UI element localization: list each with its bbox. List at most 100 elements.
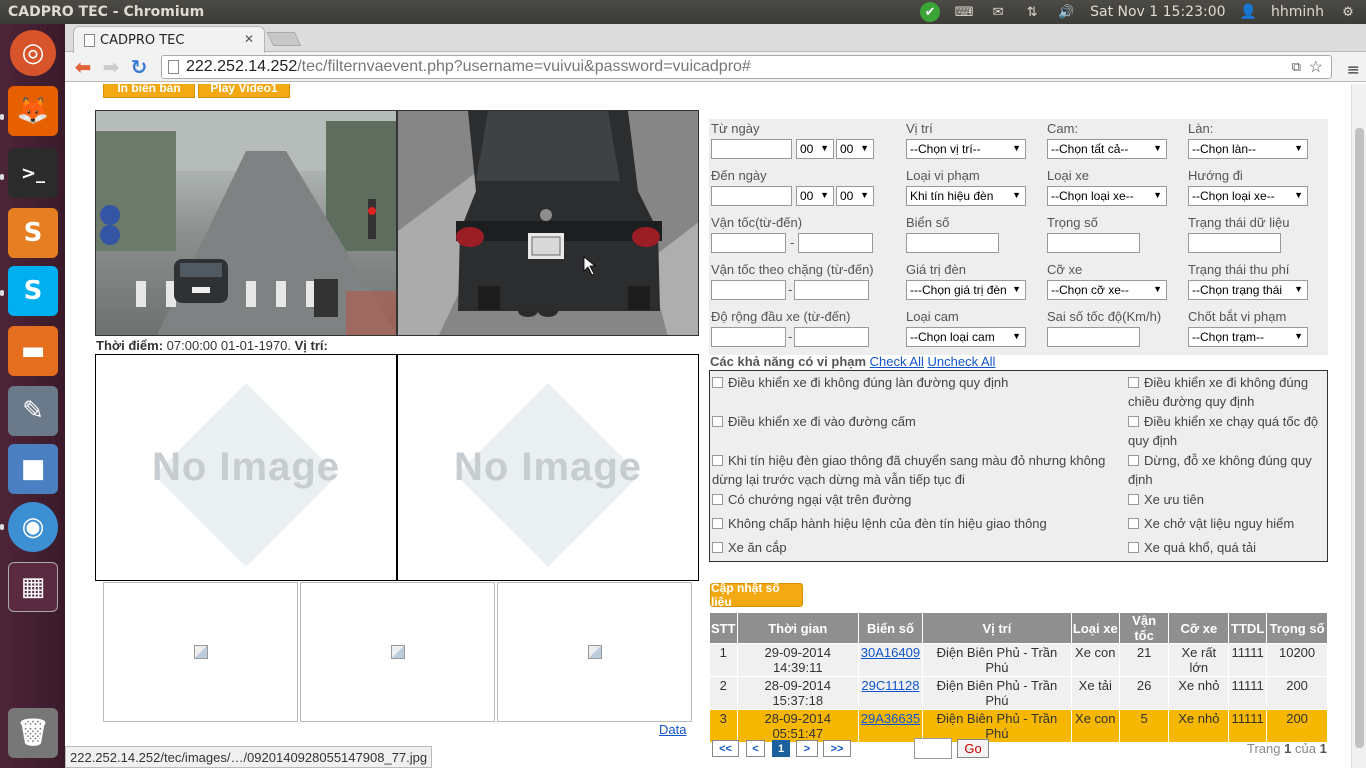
head-width-from-input[interactable] — [711, 327, 786, 347]
to-minute-select[interactable]: 00 — [836, 186, 874, 206]
play-video-button[interactable]: Play Video1 — [198, 84, 290, 98]
violation-item[interactable]: Xe chở vật liệu nguy hiểm — [1128, 514, 1328, 533]
checkbox[interactable] — [712, 455, 723, 466]
data-link[interactable]: Data — [659, 722, 686, 737]
print-report-button[interactable]: In biên bản — [103, 84, 195, 98]
violation-item[interactable]: Xe quá khổ, quá tải — [1128, 538, 1328, 557]
violation-item[interactable]: Điều khiển xe đi không đúng làn đường qu… — [712, 373, 1122, 392]
violation-type-select[interactable]: Khi tín hiệu đèn — [906, 186, 1026, 206]
checkbox[interactable] — [712, 542, 723, 553]
plate-input[interactable] — [906, 233, 999, 253]
violation-item[interactable]: Có chướng ngại vật trên đường — [712, 490, 1122, 509]
cam-type-select[interactable]: --Chọn loại cam — [906, 327, 1026, 347]
weight-input[interactable] — [1047, 233, 1140, 253]
checkbox[interactable] — [712, 377, 723, 388]
violation-item[interactable]: Không chấp hành hiệu lệnh của đèn tín hi… — [712, 514, 1122, 533]
forward-arrow-icon[interactable]: ➡ — [97, 54, 125, 80]
checkbox[interactable] — [712, 518, 723, 529]
table-row-selected[interactable]: 3 28-09-2014 05:51:47 29A36635 Điện Biên… — [709, 709, 1328, 743]
speed-error-input[interactable] — [1047, 327, 1140, 347]
cam-select[interactable]: --Chọn tất cả-- — [1047, 139, 1167, 159]
mail-icon[interactable]: ✉ — [988, 4, 1008, 20]
update-data-button[interactable]: Cập nhật số liệu — [710, 581, 803, 609]
translate-icon[interactable]: ⧉ — [1292, 59, 1301, 75]
closeup-photo[interactable] — [397, 110, 699, 336]
sync-check-icon[interactable]: ✔ — [920, 2, 941, 22]
size-select[interactable]: --Chọn cỡ xe-- — [1047, 280, 1167, 300]
violation-item[interactable]: Khi tín hiệu đèn giao thông đã chuyển sa… — [712, 451, 1122, 489]
checkbox[interactable] — [1128, 377, 1139, 388]
keyboard-icon[interactable]: ⌨ — [954, 4, 974, 20]
checkpoint-select[interactable]: --Chọn trạm-- — [1188, 327, 1308, 347]
virtualbox-cube-icon[interactable]: ■ — [8, 444, 58, 494]
to-hour-select[interactable]: 00 — [796, 186, 834, 206]
violation-item[interactable]: Điều khiển xe chạy quá tốc độ quy định — [1128, 412, 1328, 450]
checkbox[interactable] — [1128, 416, 1139, 427]
files-folder-icon[interactable]: ▬ — [8, 326, 58, 376]
volume-icon[interactable]: 🔊 — [1056, 4, 1076, 20]
chrome-menu-icon[interactable]: ≡ — [1347, 60, 1360, 79]
plate-link[interactable]: 29A36635 — [861, 711, 920, 726]
toll-status-select[interactable]: --Chọn trạng thái — [1188, 280, 1308, 300]
checkbox[interactable] — [1128, 542, 1139, 553]
thumbnail-2[interactable] — [300, 582, 495, 722]
from-hour-select[interactable]: 00 — [796, 139, 834, 159]
scrollbar-thumb[interactable] — [1355, 128, 1364, 748]
overview-photo[interactable] — [95, 110, 397, 336]
current-page-button[interactable]: 1 — [772, 740, 790, 757]
skype-icon[interactable]: S — [8, 266, 58, 316]
violation-item[interactable]: Điều khiển xe đi không đúng chiều đường … — [1128, 373, 1328, 411]
from-minute-select[interactable]: 00 — [836, 139, 874, 159]
uncheck-all-link[interactable]: Uncheck All — [928, 354, 996, 369]
violation-item[interactable]: Xe ưu tiên — [1128, 490, 1328, 509]
tab-cadpro[interactable]: CADPRO TEC ✕ — [73, 26, 265, 53]
violation-item[interactable]: Dừng, đỗ xe không đúng quy định — [1128, 451, 1328, 489]
sublime-text-icon[interactable]: S — [8, 208, 58, 258]
text-editor-icon[interactable]: ✎ — [8, 386, 58, 436]
workspace-switcher-icon[interactable]: ▦ — [8, 562, 58, 612]
from-date-input[interactable] — [711, 139, 792, 159]
first-page-button[interactable]: << — [712, 740, 739, 757]
section-speed-to-input[interactable] — [794, 280, 869, 300]
violation-item[interactable]: Điều khiển xe đi vào đường cấm — [712, 412, 1122, 431]
new-tab-button[interactable] — [266, 32, 302, 46]
trash-icon[interactable]: 🗑 — [8, 708, 58, 758]
data-status-input[interactable] — [1188, 233, 1281, 253]
head-width-to-input[interactable] — [794, 327, 869, 347]
location-select[interactable]: --Chọn vị trí-- — [906, 139, 1026, 159]
address-bar[interactable]: 222.252.14.252/tec/filternvaevent.php?us… — [161, 55, 1332, 79]
prev-page-button[interactable]: < — [746, 740, 765, 757]
checkbox[interactable] — [712, 416, 723, 427]
user-name[interactable]: hhminh — [1271, 4, 1324, 20]
page-number-input[interactable] — [914, 738, 952, 759]
checkbox[interactable] — [1128, 494, 1139, 505]
speed-from-input[interactable] — [711, 233, 786, 253]
close-tab-icon[interactable]: ✕ — [244, 32, 254, 46]
chromium-icon[interactable]: ◉ — [8, 502, 58, 552]
next-page-button[interactable]: > — [796, 740, 818, 757]
checkbox[interactable] — [1128, 518, 1139, 529]
check-all-link[interactable]: Check All — [870, 354, 924, 369]
clock[interactable]: Sat Nov 1 15:23:00 — [1090, 4, 1225, 20]
light-value-select[interactable]: ---Chọn giá trị đèn — [906, 280, 1026, 300]
go-button[interactable]: Go — [957, 739, 989, 758]
speed-to-input[interactable] — [798, 233, 873, 253]
user-icon[interactable]: 👤 — [1240, 4, 1257, 20]
vehicle-type-select[interactable]: --Chọn loại xe-- — [1047, 186, 1167, 206]
bookmark-star-icon[interactable]: ☆ — [1309, 57, 1323, 77]
to-date-input[interactable] — [711, 186, 792, 206]
vertical-scrollbar[interactable] — [1351, 84, 1366, 768]
settings-gear-icon[interactable]: ⚙ — [1338, 4, 1358, 20]
plate-link[interactable]: 29C11128 — [861, 678, 919, 693]
checkbox[interactable] — [1128, 455, 1139, 466]
firefox-icon[interactable]: 🦊 — [8, 86, 58, 136]
lane-select[interactable]: --Chọn làn-- — [1188, 139, 1308, 159]
table-row[interactable]: 1 29-09-2014 14:39:11 30A16409 Điện Biên… — [709, 643, 1328, 677]
thumbnail-3[interactable] — [497, 582, 692, 722]
reload-icon[interactable]: ↻ — [125, 54, 153, 80]
plate-link[interactable]: 30A16409 — [861, 645, 920, 660]
section-speed-from-input[interactable] — [711, 280, 786, 300]
direction-select[interactable]: --Chọn loại xe-- — [1188, 186, 1308, 206]
last-page-button[interactable]: >> — [823, 740, 851, 757]
ubuntu-dash-icon[interactable]: ◎ — [10, 30, 56, 76]
